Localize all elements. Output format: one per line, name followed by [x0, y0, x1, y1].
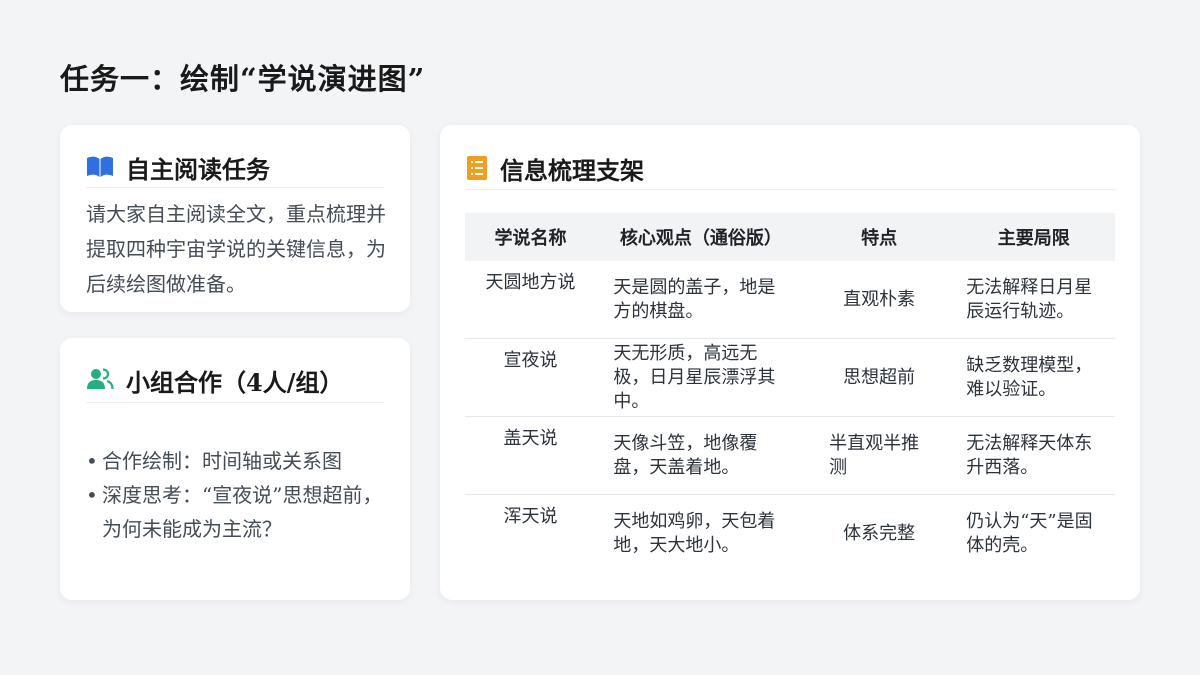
table-cell: 宣夜说	[465, 338, 597, 417]
group-card-header: 小组合作（4人/组）	[86, 362, 384, 403]
table-row: 天圆地方说 天是圆的盖子，地是方的棋盘。 直观朴素 无法解释日月星辰运行轨迹。	[465, 261, 1115, 339]
list-item: 深度思考：“宣夜说”思想超前，为何未能成为主流？	[86, 478, 392, 546]
table-cell: 天地如鸡卵，天包着地，天大地小。	[613, 510, 776, 556]
table-cell: 体系完整	[843, 522, 916, 544]
table-cell: 天无形质，高远无极，日月星辰漂浮其中。	[596, 338, 806, 417]
table-row: 宣夜说 天无形质，高远无极，日月星辰漂浮其中。 思想超前 缺乏数理模型，难以验证…	[465, 338, 1115, 417]
reading-card-body: 请大家自主阅读全文，重点梳理并提取四种宇宙学说的关键信息，为后续绘图做准备。	[86, 202, 386, 296]
table-cell: 天是圆的盖子，地是方的棋盘。	[596, 261, 806, 339]
reading-card-title: 自主阅读任务	[126, 154, 270, 184]
column-header-feature: 特点	[805, 213, 953, 261]
info-card-title: 信息梳理支架	[500, 155, 644, 185]
list-item: 合作绘制：时间轴或关系图	[86, 444, 392, 478]
group-task-card: 小组合作（4人/组） 合作绘制：时间轴或关系图 深度思考：“宣夜说”思想超前，为…	[60, 338, 410, 600]
group-task-list: 合作绘制：时间轴或关系图 深度思考：“宣夜说”思想超前，为何未能成为主流？	[86, 444, 392, 546]
column-header-limitation: 主要局限	[952, 213, 1115, 261]
users-icon	[86, 367, 114, 393]
table-cell: 浑天说	[503, 506, 558, 527]
table-header-row: 学说名称 核心观点（通俗版） 特点 主要局限	[465, 213, 1115, 261]
table-cell: 无法解释日月星辰运行轨迹。	[952, 261, 1115, 339]
reading-task-card: 自主阅读任务 请大家自主阅读全文，重点梳理并提取四种宇宙学说的关键信息，为后续绘…	[60, 125, 410, 312]
table-row: 盖天说 天像斗笠，地像覆盘，天盖着地。 半直观半推测 无法解释天体东升西落。	[465, 416, 1115, 495]
theory-table: 学说名称 核心观点（通俗版） 特点 主要局限 天圆地方说 天是圆的盖子，地是方的…	[465, 213, 1115, 572]
table-cell: 半直观半推测	[805, 416, 953, 495]
table-row: 浑天说 天地如鸡卵，天包着地，天大地小。 体系完整 仍认为“天”是固体的壳。	[465, 495, 1115, 573]
table-cell: 直观朴素	[805, 261, 953, 339]
page-title: 任务一：绘制“学说演进图”	[60, 62, 426, 96]
book-icon	[86, 155, 114, 179]
reading-card-header: 自主阅读任务	[86, 151, 384, 188]
table-cell: 天像斗笠，地像覆盘，天盖着地。	[596, 416, 806, 495]
list-document-icon	[466, 155, 488, 181]
info-framework-card: 信息梳理支架 学说名称 核心观点（通俗版） 特点 主要局限 天圆地方说 天是圆的…	[440, 125, 1140, 600]
info-card-header: 信息梳理支架	[466, 151, 1116, 190]
column-header-core-view: 核心观点（通俗版）	[596, 213, 806, 261]
group-card-title: 小组合作（4人/组）	[126, 367, 344, 397]
table-cell: 天圆地方说	[465, 261, 597, 339]
table-cell: 缺乏数理模型，难以验证。	[952, 338, 1115, 417]
table-cell: 无法解释天体东升西落。	[952, 416, 1115, 495]
table-cell: 思想超前	[805, 338, 953, 417]
column-header-name: 学说名称	[465, 213, 597, 261]
table-cell: 盖天说	[465, 416, 597, 495]
table-cell: 仍认为“天”是固体的壳。	[966, 510, 1093, 556]
